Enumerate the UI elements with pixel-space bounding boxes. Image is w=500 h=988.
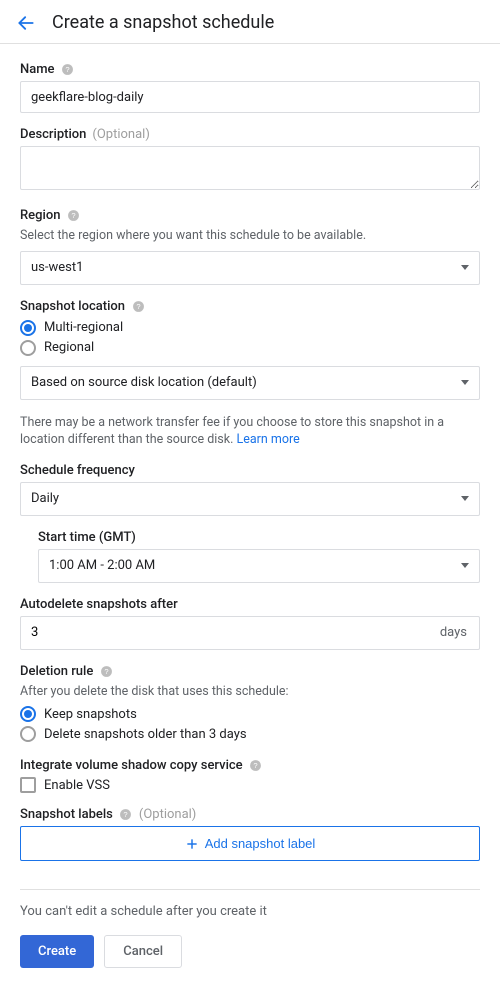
svg-text:?: ? xyxy=(124,810,128,819)
snapshot-location-field: Snapshot location ? Multi-regional Regio… xyxy=(20,299,480,400)
help-icon[interactable]: ? xyxy=(61,63,75,77)
plus-icon xyxy=(185,837,199,851)
add-snapshot-label-text: Add snapshot label xyxy=(205,836,316,851)
checkbox-icon xyxy=(20,777,36,793)
start-time-select[interactable]: 1:00 AM - 2:00 AM xyxy=(38,549,480,583)
autodelete-input[interactable] xyxy=(21,618,428,647)
cancel-button[interactable]: Cancel xyxy=(104,935,182,968)
help-icon[interactable]: ? xyxy=(249,759,263,773)
help-icon[interactable]: ? xyxy=(99,664,113,678)
svg-text:?: ? xyxy=(71,211,75,220)
vss-checkbox-label: Enable VSS xyxy=(44,778,110,793)
region-select-value: us-west1 xyxy=(31,260,83,275)
snapshot-location-hint: There may be a network transfer fee if y… xyxy=(20,414,480,449)
deletion-rule-hint: After you delete the disk that uses this… xyxy=(20,683,480,701)
name-label: Name xyxy=(20,62,55,77)
schedule-frequency-select[interactable]: Daily xyxy=(20,482,480,516)
radio-keep-label: Keep snapshots xyxy=(44,707,137,722)
snapshot-location-select[interactable]: Based on source disk location (default) xyxy=(20,366,480,400)
snapshot-labels-label: Snapshot labels xyxy=(20,807,113,822)
autodelete-field: Autodelete snapshots after days xyxy=(20,597,480,650)
deletion-rule-label: Deletion rule xyxy=(20,664,93,679)
radio-icon xyxy=(20,340,36,356)
chevron-down-icon xyxy=(461,380,469,385)
region-field: Region ? Select the region where you wan… xyxy=(20,208,480,285)
radio-icon xyxy=(20,726,36,742)
radio-delete-label: Delete snapshots older than 3 days xyxy=(44,727,247,742)
svg-text:?: ? xyxy=(104,667,108,676)
radio-icon-checked xyxy=(20,706,36,722)
schedule-frequency-value: Daily xyxy=(31,491,59,506)
add-snapshot-label-button[interactable]: Add snapshot label xyxy=(20,826,480,861)
svg-text:?: ? xyxy=(65,65,69,74)
footer-note: You can't edit a schedule after you crea… xyxy=(20,904,480,919)
name-input[interactable] xyxy=(20,81,480,113)
radio-multi-regional-label: Multi-regional xyxy=(44,320,123,335)
snapshot-location-label: Snapshot location xyxy=(20,299,125,314)
page-title: Create a snapshot schedule xyxy=(52,12,274,33)
schedule-frequency-field: Schedule frequency Daily xyxy=(20,463,480,516)
autodelete-input-wrap: days xyxy=(20,616,480,650)
description-input[interactable] xyxy=(20,146,480,190)
chevron-down-icon xyxy=(461,563,469,568)
snapshot-schedule-form: Name ? Description (Optional) Region ? S… xyxy=(0,44,500,988)
schedule-frequency-label: Schedule frequency xyxy=(20,463,135,478)
chevron-down-icon xyxy=(461,496,469,501)
vss-field: Integrate volume shadow copy service ? E… xyxy=(20,758,480,793)
name-field: Name ? xyxy=(20,62,480,113)
start-time-field: Start time (GMT) 1:00 AM - 2:00 AM xyxy=(38,530,480,583)
action-buttons: Create Cancel xyxy=(20,935,480,968)
divider xyxy=(20,889,480,890)
description-field: Description (Optional) xyxy=(20,127,480,194)
radio-multi-regional[interactable]: Multi-regional xyxy=(20,318,480,338)
region-hint: Select the region where you want this sc… xyxy=(20,227,480,245)
radio-keep-snapshots[interactable]: Keep snapshots xyxy=(20,704,480,724)
snapshot-labels-field: Snapshot labels ? (Optional) Add snapsho… xyxy=(20,807,480,861)
svg-text:?: ? xyxy=(254,761,258,770)
radio-delete-older[interactable]: Delete snapshots older than 3 days xyxy=(20,724,480,744)
page-header: Create a snapshot schedule xyxy=(0,0,500,44)
start-time-value: 1:00 AM - 2:00 AM xyxy=(49,558,155,573)
radio-icon-checked xyxy=(20,320,36,336)
snapshot-location-select-value: Based on source disk location (default) xyxy=(31,375,257,390)
help-icon[interactable]: ? xyxy=(119,808,133,822)
autodelete-unit: days xyxy=(428,625,479,640)
deletion-rule-field: Deletion rule ? After you delete the dis… xyxy=(20,664,480,745)
start-time-label: Start time (GMT) xyxy=(38,530,136,545)
svg-text:?: ? xyxy=(136,302,140,311)
autodelete-label: Autodelete snapshots after xyxy=(20,597,178,612)
help-icon[interactable]: ? xyxy=(131,299,145,313)
vss-label: Integrate volume shadow copy service xyxy=(20,758,243,773)
radio-regional[interactable]: Regional xyxy=(20,338,480,358)
region-select[interactable]: us-west1 xyxy=(20,251,480,285)
description-optional: (Optional) xyxy=(92,127,149,142)
description-label: Description xyxy=(20,127,86,142)
region-label: Region xyxy=(20,208,60,223)
snapshot-labels-optional: (Optional) xyxy=(139,807,196,822)
vss-checkbox-row[interactable]: Enable VSS xyxy=(20,777,480,793)
chevron-down-icon xyxy=(461,265,469,270)
learn-more-link[interactable]: Learn more xyxy=(237,432,300,447)
help-icon[interactable]: ? xyxy=(66,209,80,223)
back-button[interactable] xyxy=(16,13,36,33)
radio-regional-label: Regional xyxy=(44,340,94,355)
create-button[interactable]: Create xyxy=(20,935,94,968)
arrow-left-icon xyxy=(16,13,36,33)
